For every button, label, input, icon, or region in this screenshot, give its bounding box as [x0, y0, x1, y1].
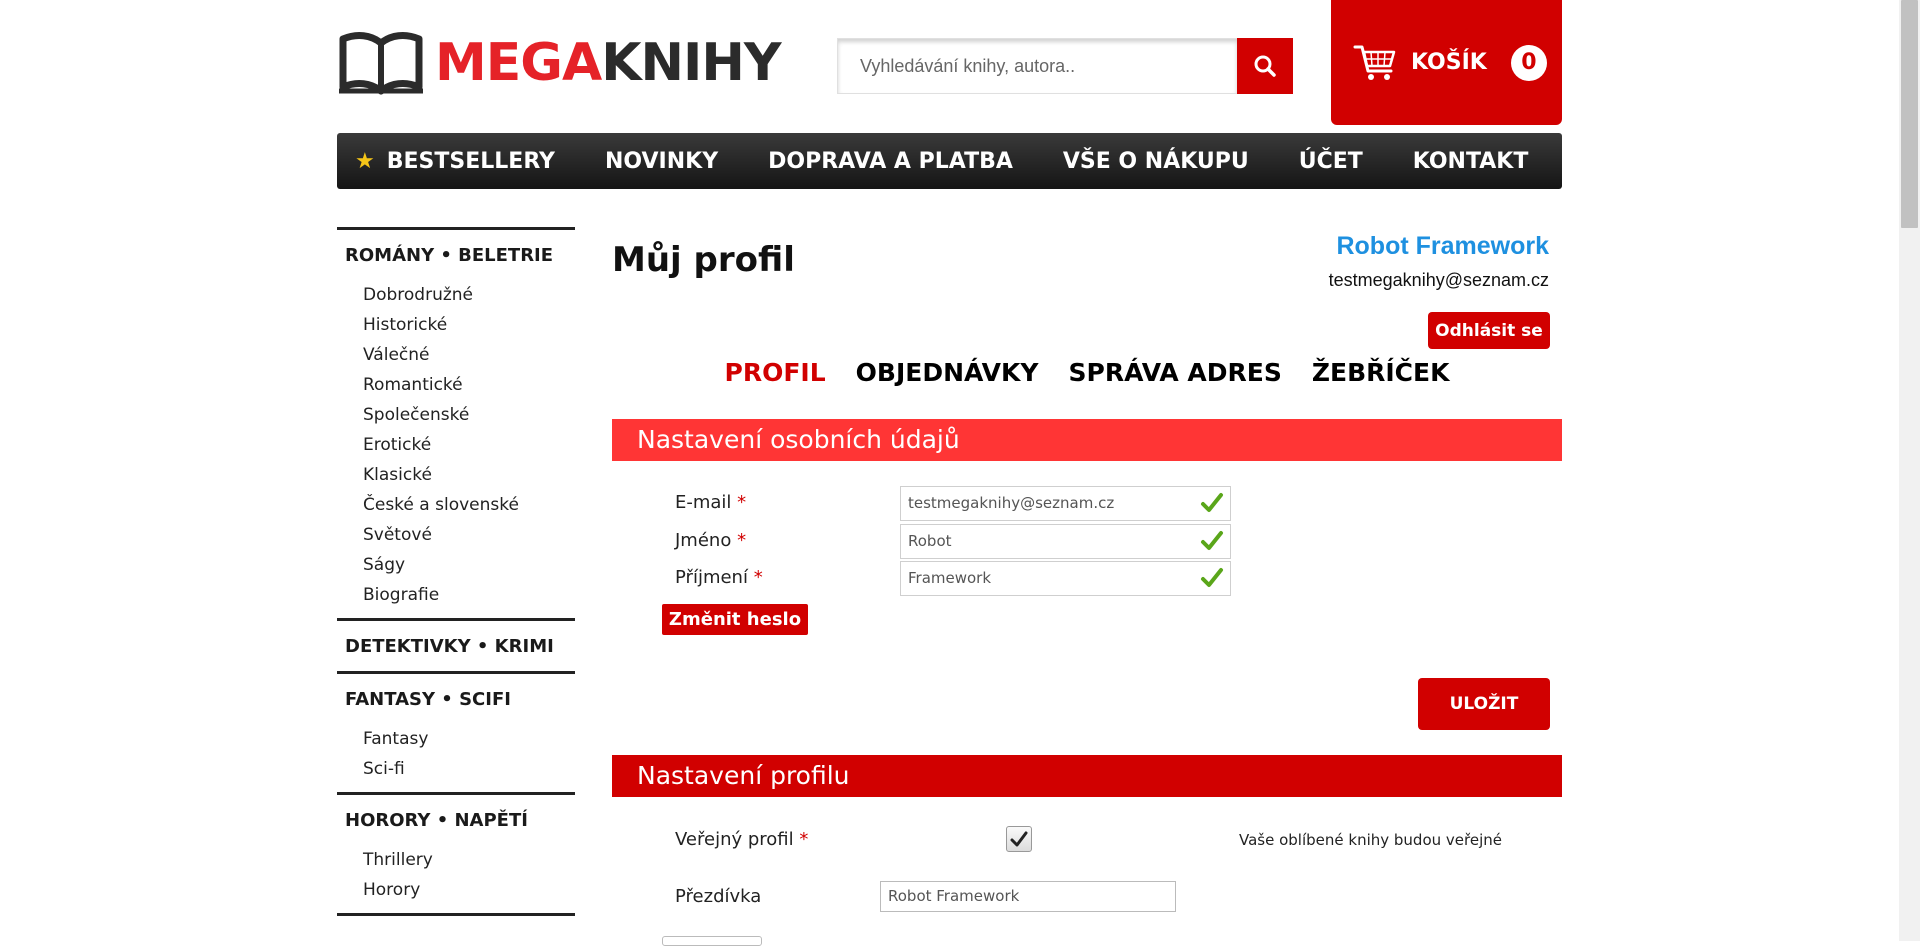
change-password-button[interactable]: Změnit heslo [662, 604, 808, 635]
site-logo[interactable]: MEGAKNIHY [337, 30, 782, 96]
star-icon: ★ [355, 148, 375, 174]
category-fantasy-scifi: FANTASY • SCIFI Fantasy Sci-fi [337, 671, 575, 792]
category-link[interactable]: Světové [363, 520, 575, 550]
checkmark-icon [1010, 831, 1028, 847]
profile-settings-header: Nastavení profilu [612, 755, 1562, 797]
tab-zebricek[interactable]: ŽEBŘÍČEK [1312, 358, 1450, 387]
category-horory-napeti: HORORY • NAPĚTÍ Thrillery Horory [337, 792, 575, 913]
last-name-label: Příjmení * [675, 567, 763, 588]
nav-item-bestsellery[interactable]: ★ BESTSELLERY [355, 149, 555, 174]
profile-tabs: PROFIL OBJEDNÁVKY SPRÁVA ADRES ŽEBŘÍČEK [612, 358, 1562, 387]
last-name-value: Framework [908, 569, 992, 587]
cart-count-badge: 0 [1510, 44, 1547, 81]
nav-item-ucet[interactable]: ÚČET [1299, 149, 1363, 174]
logo-wordmark: MEGAKNIHY [435, 33, 782, 93]
category-link[interactable]: Společenské [363, 400, 575, 430]
category-link[interactable]: Historické [363, 310, 575, 340]
nav-item-kontakt[interactable]: KONTAKT [1413, 149, 1529, 174]
tab-objednavky[interactable]: OBJEDNÁVKY [856, 358, 1039, 387]
last-name-field[interactable]: Framework [900, 561, 1231, 596]
category-link[interactable]: Sci-fi [363, 754, 575, 784]
category-link[interactable]: Thrillery [363, 845, 575, 875]
category-title[interactable]: HORORY • NAPĚTÍ [345, 809, 575, 833]
category-link[interactable]: České a slovenské [363, 490, 575, 520]
nav-item-vse-o-nakupu[interactable]: VŠE O NÁKUPU [1063, 149, 1249, 174]
check-icon [1201, 531, 1223, 550]
public-profile-checkbox[interactable] [1006, 826, 1032, 852]
category-list: Dobrodružné Historické Válečné Romantick… [345, 280, 575, 618]
check-icon [1201, 568, 1223, 587]
cart-button[interactable]: KOŠÍK 0 [1331, 0, 1562, 125]
category-list: Thrillery Horory [345, 845, 575, 913]
category-romany-beletrie: ROMÁNY • BELETRIE Dobrodružné Historické… [337, 227, 575, 618]
save-button[interactable]: ULOŽIT [1418, 678, 1550, 730]
scrollbar-thumb[interactable] [1901, 0, 1918, 228]
search-input[interactable] [837, 38, 1237, 94]
nickname-input[interactable]: Robot Framework [880, 881, 1176, 912]
tab-sprava-adres[interactable]: SPRÁVA ADRES [1068, 358, 1281, 387]
personal-settings-header: Nastavení osobních údajů [612, 419, 1562, 461]
email-field[interactable]: testmegaknihy@seznam.cz [900, 486, 1231, 521]
public-profile-label: Veřejný profil * [675, 829, 809, 850]
tab-profil[interactable]: PROFIL [725, 358, 826, 387]
public-profile-note: Vaše oblíbené knihy budou veřejné [1239, 831, 1502, 849]
search-button[interactable] [1237, 38, 1293, 94]
nav-item-label: BESTSELLERY [386, 148, 555, 174]
email-label: E-mail * [675, 492, 747, 513]
page-scrollbar[interactable] [1899, 0, 1920, 941]
search-icon [1254, 55, 1276, 77]
category-detektivky-krimi: DETEKTIVKY • KRIMI [337, 618, 575, 659]
main-nav: ★ BESTSELLERY NOVINKY DOPRAVA A PLATBA V… [337, 133, 1562, 189]
first-name-label: Jméno * [675, 530, 747, 551]
category-link[interactable]: Erotické [363, 430, 575, 460]
user-email: testmegaknihy@seznam.cz [1328, 270, 1549, 290]
user-name: Robot Framework [1336, 232, 1549, 260]
open-book-icon [339, 32, 423, 95]
category-link[interactable]: Válečné [363, 340, 575, 370]
category-title[interactable]: DETEKTIVKY • KRIMI [345, 635, 575, 659]
search-bar [837, 38, 1293, 94]
check-icon [1201, 493, 1223, 512]
nav-item-doprava-a-platba[interactable]: DOPRAVA A PLATBA [768, 149, 1013, 174]
cart-label: KOŠÍK [1411, 50, 1487, 75]
partially-visible-button[interactable] [662, 936, 762, 946]
category-title[interactable]: FANTASY • SCIFI [345, 688, 575, 712]
category-sidebar: ROMÁNY • BELETRIE Dobrodružné Historické… [337, 227, 575, 930]
category-link[interactable]: Dobrodružné [363, 280, 575, 310]
logout-button[interactable]: Odhlásit se [1428, 312, 1550, 349]
cart-icon [1353, 45, 1396, 80]
category-link[interactable]: Romantické [363, 370, 575, 400]
nickname-label: Přezdívka [675, 886, 762, 907]
category-title[interactable]: ROMÁNY • BELETRIE [345, 244, 575, 268]
first-name-field[interactable]: Robot [900, 524, 1231, 559]
first-name-value: Robot [908, 532, 952, 550]
category-link[interactable]: Klasické [363, 460, 575, 490]
nav-item-novinky[interactable]: NOVINKY [605, 149, 718, 174]
category-link[interactable]: Fantasy [363, 724, 575, 754]
category-list: Fantasy Sci-fi [345, 724, 575, 792]
email-value: testmegaknihy@seznam.cz [908, 494, 1115, 512]
category-link[interactable]: Horory [363, 875, 575, 905]
page-title: Můj profil [612, 240, 795, 280]
category-link[interactable]: Ságy [363, 550, 575, 580]
category-divider [337, 913, 575, 930]
category-link[interactable]: Biografie [363, 580, 575, 610]
